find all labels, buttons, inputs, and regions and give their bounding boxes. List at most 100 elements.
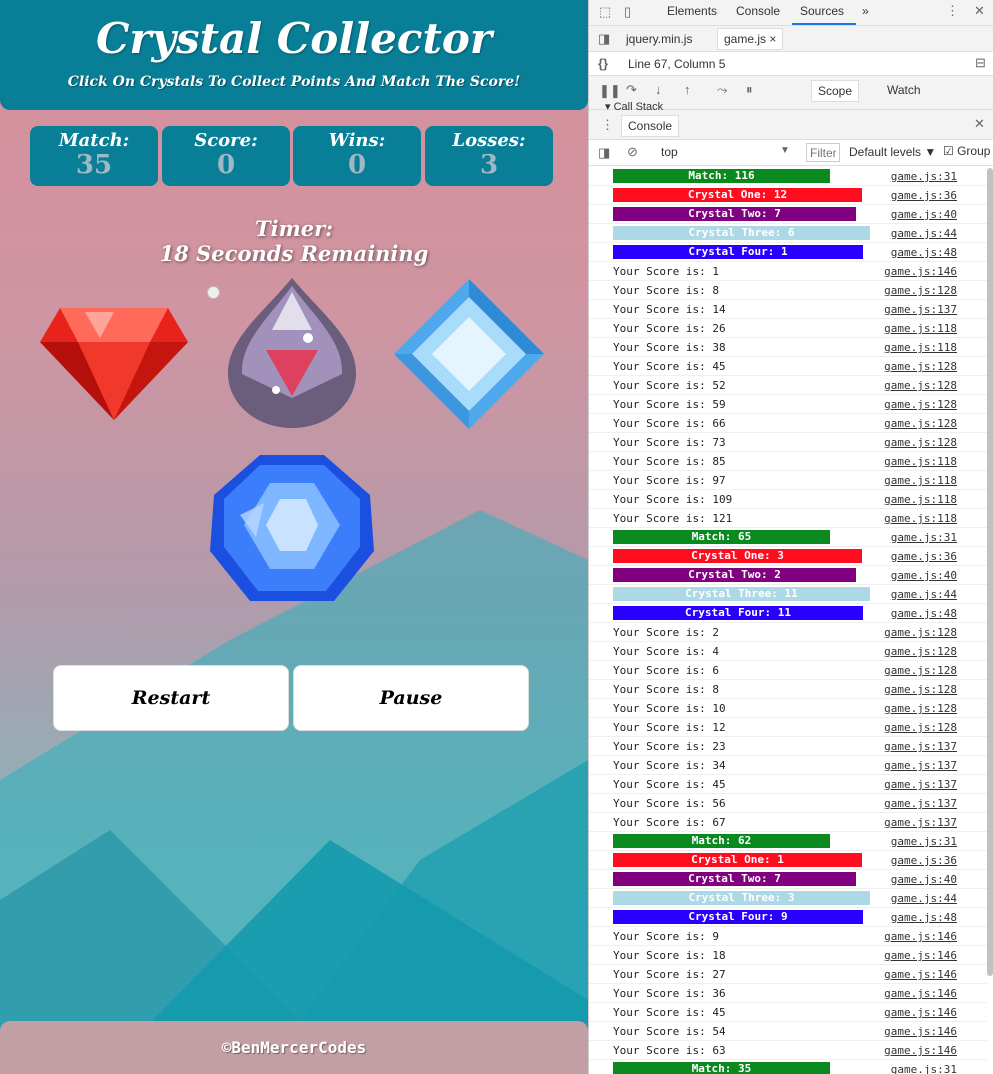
log-levels-select[interactable]: Default levels ▼ <box>849 145 936 159</box>
log-source-link[interactable]: game.js:31 <box>891 1063 957 1074</box>
log-source-link[interactable]: game.js:40 <box>891 569 957 582</box>
log-source-link[interactable]: game.js:137 <box>884 816 957 829</box>
log-source-link[interactable]: game.js:146 <box>884 949 957 962</box>
tab-scope[interactable]: Scope <box>811 80 860 102</box>
log-source-link[interactable]: game.js:118 <box>884 474 957 487</box>
log-source-link[interactable]: game.js:137 <box>884 303 957 316</box>
log-source-link[interactable]: game.js:137 <box>884 797 957 810</box>
log-source-link[interactable]: game.js:128 <box>884 379 957 392</box>
log-styled-message: Crystal One: 12 <box>613 188 862 202</box>
filter-input[interactable] <box>806 143 840 162</box>
log-source-link[interactable]: game.js:36 <box>891 550 957 563</box>
step-over-icon[interactable]: ↷ <box>626 82 637 98</box>
log-styled-message: Match: 116 <box>613 169 830 183</box>
crystal-red-gem[interactable] <box>40 308 188 420</box>
console-log-row: Match: 35 game.js:31 <box>589 1060 987 1074</box>
file-tab-game[interactable]: game.js × <box>717 28 784 50</box>
log-source-link[interactable]: game.js:31 <box>891 170 957 183</box>
close-drawer-icon[interactable]: ✕ <box>974 116 985 132</box>
close-icon[interactable]: ✕ <box>974 3 985 19</box>
pause-exceptions-icon[interactable]: ⏸ <box>746 82 753 98</box>
log-source-link[interactable]: game.js:146 <box>884 1006 957 1019</box>
log-source-link[interactable]: game.js:31 <box>891 531 957 544</box>
drawer-tab-console[interactable]: Console <box>621 115 680 137</box>
device-toggle-icon[interactable]: ▯ <box>624 4 631 20</box>
step-into-icon[interactable]: ↓ <box>655 82 662 97</box>
pause-button[interactable]: Pause <box>293 665 529 731</box>
log-message: Your Score is: 9 <box>613 930 719 943</box>
log-source-link[interactable]: game.js:128 <box>884 702 957 715</box>
tab-elements[interactable]: Elements <box>667 4 717 18</box>
log-source-link[interactable]: game.js:146 <box>884 1044 957 1057</box>
log-source-link[interactable]: game.js:146 <box>884 968 957 981</box>
log-source-link[interactable]: game.js:128 <box>884 683 957 696</box>
log-source-link[interactable]: game.js:36 <box>891 854 957 867</box>
log-source-link[interactable]: game.js:44 <box>891 892 957 905</box>
log-source-link[interactable]: game.js:44 <box>891 588 957 601</box>
scrollbar[interactable] <box>987 168 993 976</box>
log-source-link[interactable]: game.js:128 <box>884 284 957 297</box>
sidebar-toggle-icon[interactable]: ◨ <box>598 145 610 161</box>
clear-console-icon[interactable]: ⊘ <box>627 144 638 160</box>
deactivate-breakpoints-icon[interactable]: ⤳ <box>717 82 727 98</box>
toggle-navigator-icon[interactable]: ◨ <box>598 31 610 47</box>
chevron-down-icon[interactable]: ▼ <box>780 145 790 156</box>
log-source-link[interactable]: game.js:146 <box>884 930 957 943</box>
log-source-link[interactable]: game.js:44 <box>891 227 957 240</box>
log-source-link[interactable]: game.js:48 <box>891 911 957 924</box>
log-source-link[interactable]: game.js:137 <box>884 778 957 791</box>
log-levels-label: Default levels <box>849 145 922 159</box>
log-source-link[interactable]: game.js:128 <box>884 360 957 373</box>
log-source-link[interactable]: game.js:48 <box>891 246 957 259</box>
log-source-link[interactable]: game.js:128 <box>884 645 957 658</box>
log-source-link[interactable]: game.js:48 <box>891 607 957 620</box>
more-tabs-icon[interactable]: » <box>862 4 869 18</box>
log-source-link[interactable]: game.js:128 <box>884 417 957 430</box>
crystal-blue-diamond[interactable] <box>394 279 544 429</box>
kebab-menu-icon[interactable]: ⋮ <box>946 3 959 19</box>
log-source-link[interactable]: game.js:40 <box>891 873 957 886</box>
close-icon[interactable]: × <box>769 32 776 46</box>
file-tab-label: game.js <box>724 32 767 46</box>
log-source-link[interactable]: game.js:118 <box>884 512 957 525</box>
tab-console[interactable]: Console <box>736 4 780 18</box>
context-select[interactable]: top <box>661 145 678 159</box>
log-source-link[interactable]: game.js:146 <box>884 265 957 278</box>
log-source-link[interactable]: game.js:118 <box>884 322 957 335</box>
stat-score: Score: 0 <box>162 126 290 186</box>
log-source-link[interactable]: game.js:146 <box>884 1025 957 1038</box>
pause-icon[interactable]: ❚❚ <box>599 83 621 99</box>
log-source-link[interactable]: game.js:128 <box>884 721 957 734</box>
tab-sources[interactable]: Sources <box>800 4 844 18</box>
crystal-clear-teardrop[interactable] <box>226 278 358 428</box>
step-out-icon[interactable]: ↑ <box>684 82 691 97</box>
console-log-row: Your Score is: 36 game.js:146 <box>589 984 987 1003</box>
log-source-link[interactable]: game.js:31 <box>891 835 957 848</box>
log-message: Your Score is: 18 <box>613 949 726 962</box>
log-source-link[interactable]: game.js:36 <box>891 189 957 202</box>
log-source-link[interactable]: game.js:137 <box>884 759 957 772</box>
file-tab-jquery[interactable]: jquery.min.js <box>626 32 692 46</box>
timer-value: 18 Seconds Remaining <box>159 241 429 266</box>
log-source-link[interactable]: game.js:118 <box>884 341 957 354</box>
log-source-link[interactable]: game.js:137 <box>884 740 957 753</box>
log-source-link[interactable]: game.js:146 <box>884 987 957 1000</box>
restart-button[interactable]: Restart <box>53 665 289 731</box>
crystal-blue-round[interactable] <box>210 455 374 603</box>
log-source-link[interactable]: game.js:118 <box>884 455 957 468</box>
log-source-link[interactable]: game.js:128 <box>884 398 957 411</box>
tab-watch[interactable]: Watch <box>887 83 921 97</box>
group-checkbox[interactable]: ☑ Group <box>943 144 990 158</box>
log-source-link[interactable]: game.js:128 <box>884 626 957 639</box>
log-source-link[interactable]: game.js:128 <box>884 664 957 677</box>
log-source-link[interactable]: game.js:40 <box>891 208 957 221</box>
stat-value: 0 <box>347 150 367 180</box>
console-log-row: Crystal Three: 3 game.js:44 <box>589 889 987 908</box>
pretty-print-icon[interactable]: {} <box>598 56 608 71</box>
toggle-sidebar-icon[interactable]: ⊟ <box>975 55 986 71</box>
drawer-menu-icon[interactable]: ⋮ <box>601 117 614 133</box>
log-message: Your Score is: 63 <box>613 1044 726 1057</box>
log-source-link[interactable]: game.js:128 <box>884 436 957 449</box>
inspect-element-icon[interactable]: ⬚ <box>599 4 611 20</box>
log-source-link[interactable]: game.js:118 <box>884 493 957 506</box>
